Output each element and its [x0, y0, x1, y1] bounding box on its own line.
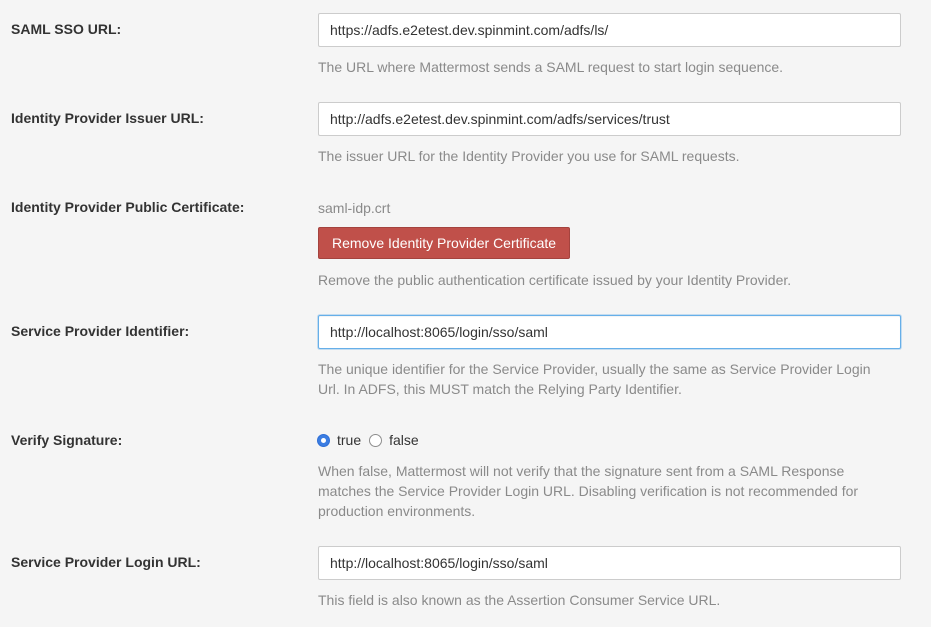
- sp-identifier-help-line-2: Url. In ADFS, this MUST match the Relyin…: [318, 381, 682, 397]
- verify-signature-help: When false, Mattermost will not verify t…: [318, 461, 908, 521]
- sp-login-url-help: This field is also known as the Assertio…: [318, 592, 721, 608]
- verify-signature-label: Verify Signature:: [11, 432, 123, 448]
- sp-login-url-label: Service Provider Login URL:: [11, 554, 201, 570]
- idp-issuer-url-input[interactable]: [318, 102, 901, 136]
- verify-signature-help-line-3: production environments.: [318, 503, 476, 519]
- sp-login-url-input[interactable]: [318, 546, 901, 580]
- remove-idp-certificate-button[interactable]: Remove Identity Provider Certificate: [318, 227, 571, 259]
- idp-public-cert-label: Identity Provider Public Certificate:: [11, 199, 245, 215]
- saml-sso-url-help: The URL where Mattermost sends a SAML re…: [318, 59, 784, 75]
- verify-signature-radio-group: true false: [317, 432, 427, 448]
- sp-identifier-help-line-1: The unique identifier for the Service Pr…: [318, 361, 871, 377]
- verify-signature-help-line-2: matches the Service Provider Login URL. …: [318, 483, 859, 499]
- saml-sso-url-label: SAML SSO URL:: [11, 21, 122, 37]
- idp-public-cert-help: Remove the public authentication certifi…: [318, 272, 792, 288]
- verify-signature-false-label: false: [389, 432, 419, 448]
- verify-signature-help-line-1: When false, Mattermost will not verify t…: [318, 463, 845, 479]
- sp-identifier-help: The unique identifier for the Service Pr…: [318, 359, 908, 399]
- radio-checked-icon[interactable]: [317, 433, 330, 447]
- verify-signature-true-label: true: [337, 432, 362, 448]
- sp-identifier-input[interactable]: [318, 315, 901, 349]
- sp-identifier-label: Service Provider Identifier:: [11, 323, 190, 339]
- idp-issuer-url-label: Identity Provider Issuer URL:: [11, 110, 204, 126]
- radio-unchecked-icon[interactable]: [369, 433, 383, 447]
- idp-cert-filename: saml-idp.crt: [318, 200, 391, 216]
- verify-signature-true-option[interactable]: true: [317, 432, 361, 448]
- idp-issuer-url-help: The issuer URL for the Identity Provider…: [318, 148, 740, 164]
- verify-signature-false-option[interactable]: false: [369, 432, 419, 448]
- saml-sso-url-input[interactable]: [318, 13, 901, 47]
